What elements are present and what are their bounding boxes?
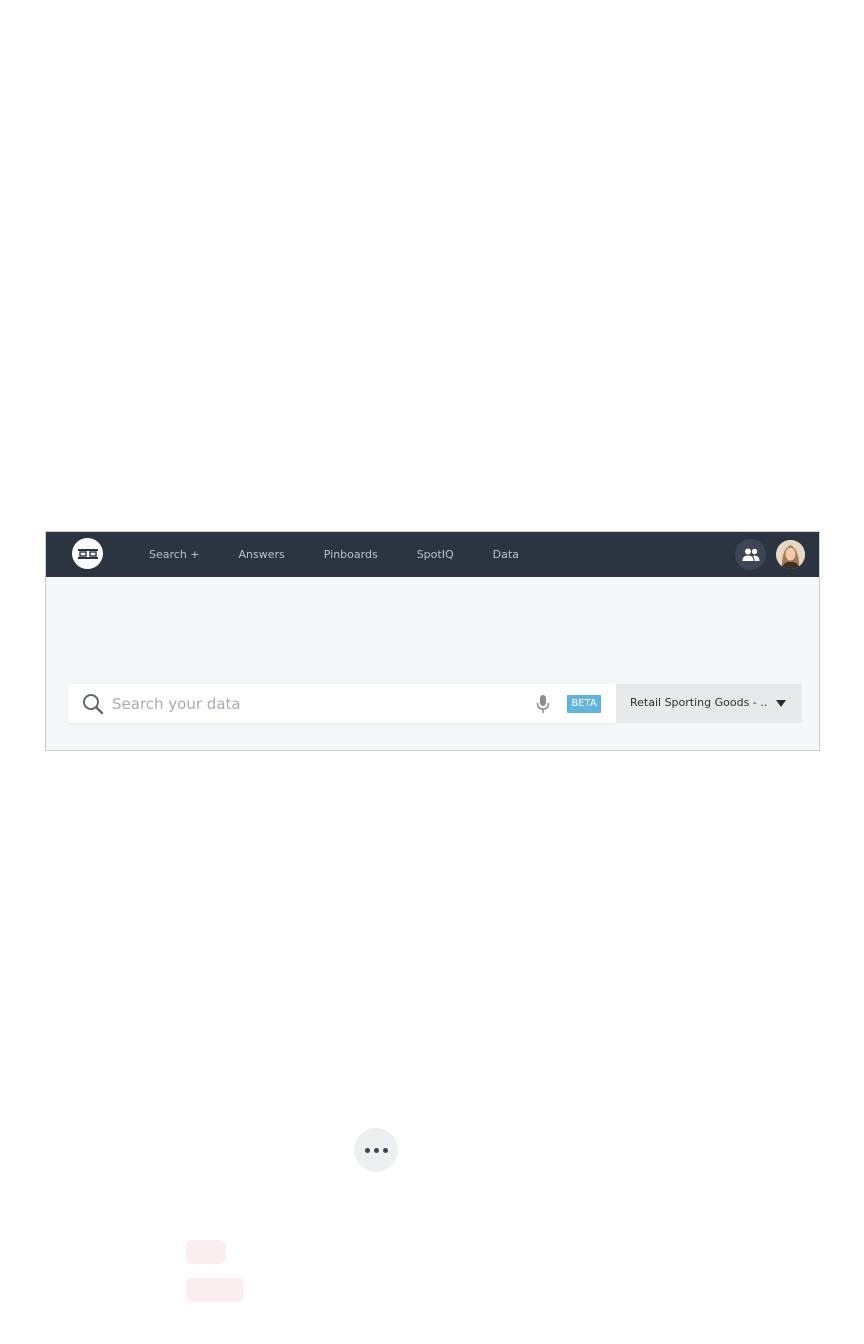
search-bar: BETA — [68, 684, 616, 723]
beta-badge: BETA — [567, 695, 601, 713]
chevron-down-icon — [776, 700, 786, 707]
data-source-label: Retail Sporting Goods - ... — [630, 696, 768, 709]
app-window: Search + Answers Pinboards SpotIQ Data S… — [45, 531, 820, 751]
search-input[interactable] — [110, 691, 474, 717]
user-avatar[interactable] — [776, 540, 805, 569]
microphone-icon[interactable] — [536, 694, 550, 714]
data-source-dropdown[interactable]: Retail Sporting Goods - ... — [616, 684, 802, 723]
main-nav: Search + Answers Pinboards SpotIQ Data — [149, 532, 558, 577]
loading-placeholder — [186, 1278, 244, 1302]
nav-item-spotiq[interactable]: SpotIQ — [417, 548, 454, 561]
people-icon — [742, 548, 759, 561]
nav-item-pinboards[interactable]: Pinboards — [324, 548, 378, 561]
search-icon — [83, 694, 104, 715]
nav-item-answers[interactable]: Answers — [239, 548, 285, 561]
nav-item-search[interactable]: Search + — [149, 548, 200, 561]
loading-placeholder — [186, 1240, 226, 1264]
thoughtspot-logo-icon[interactable] — [72, 538, 103, 569]
top-navigation-bar: Search + Answers Pinboards SpotIQ Data — [46, 532, 819, 577]
nav-item-data[interactable]: Data — [493, 548, 519, 561]
people-button[interactable] — [735, 539, 766, 570]
more-dots-icon[interactable] — [354, 1128, 398, 1172]
